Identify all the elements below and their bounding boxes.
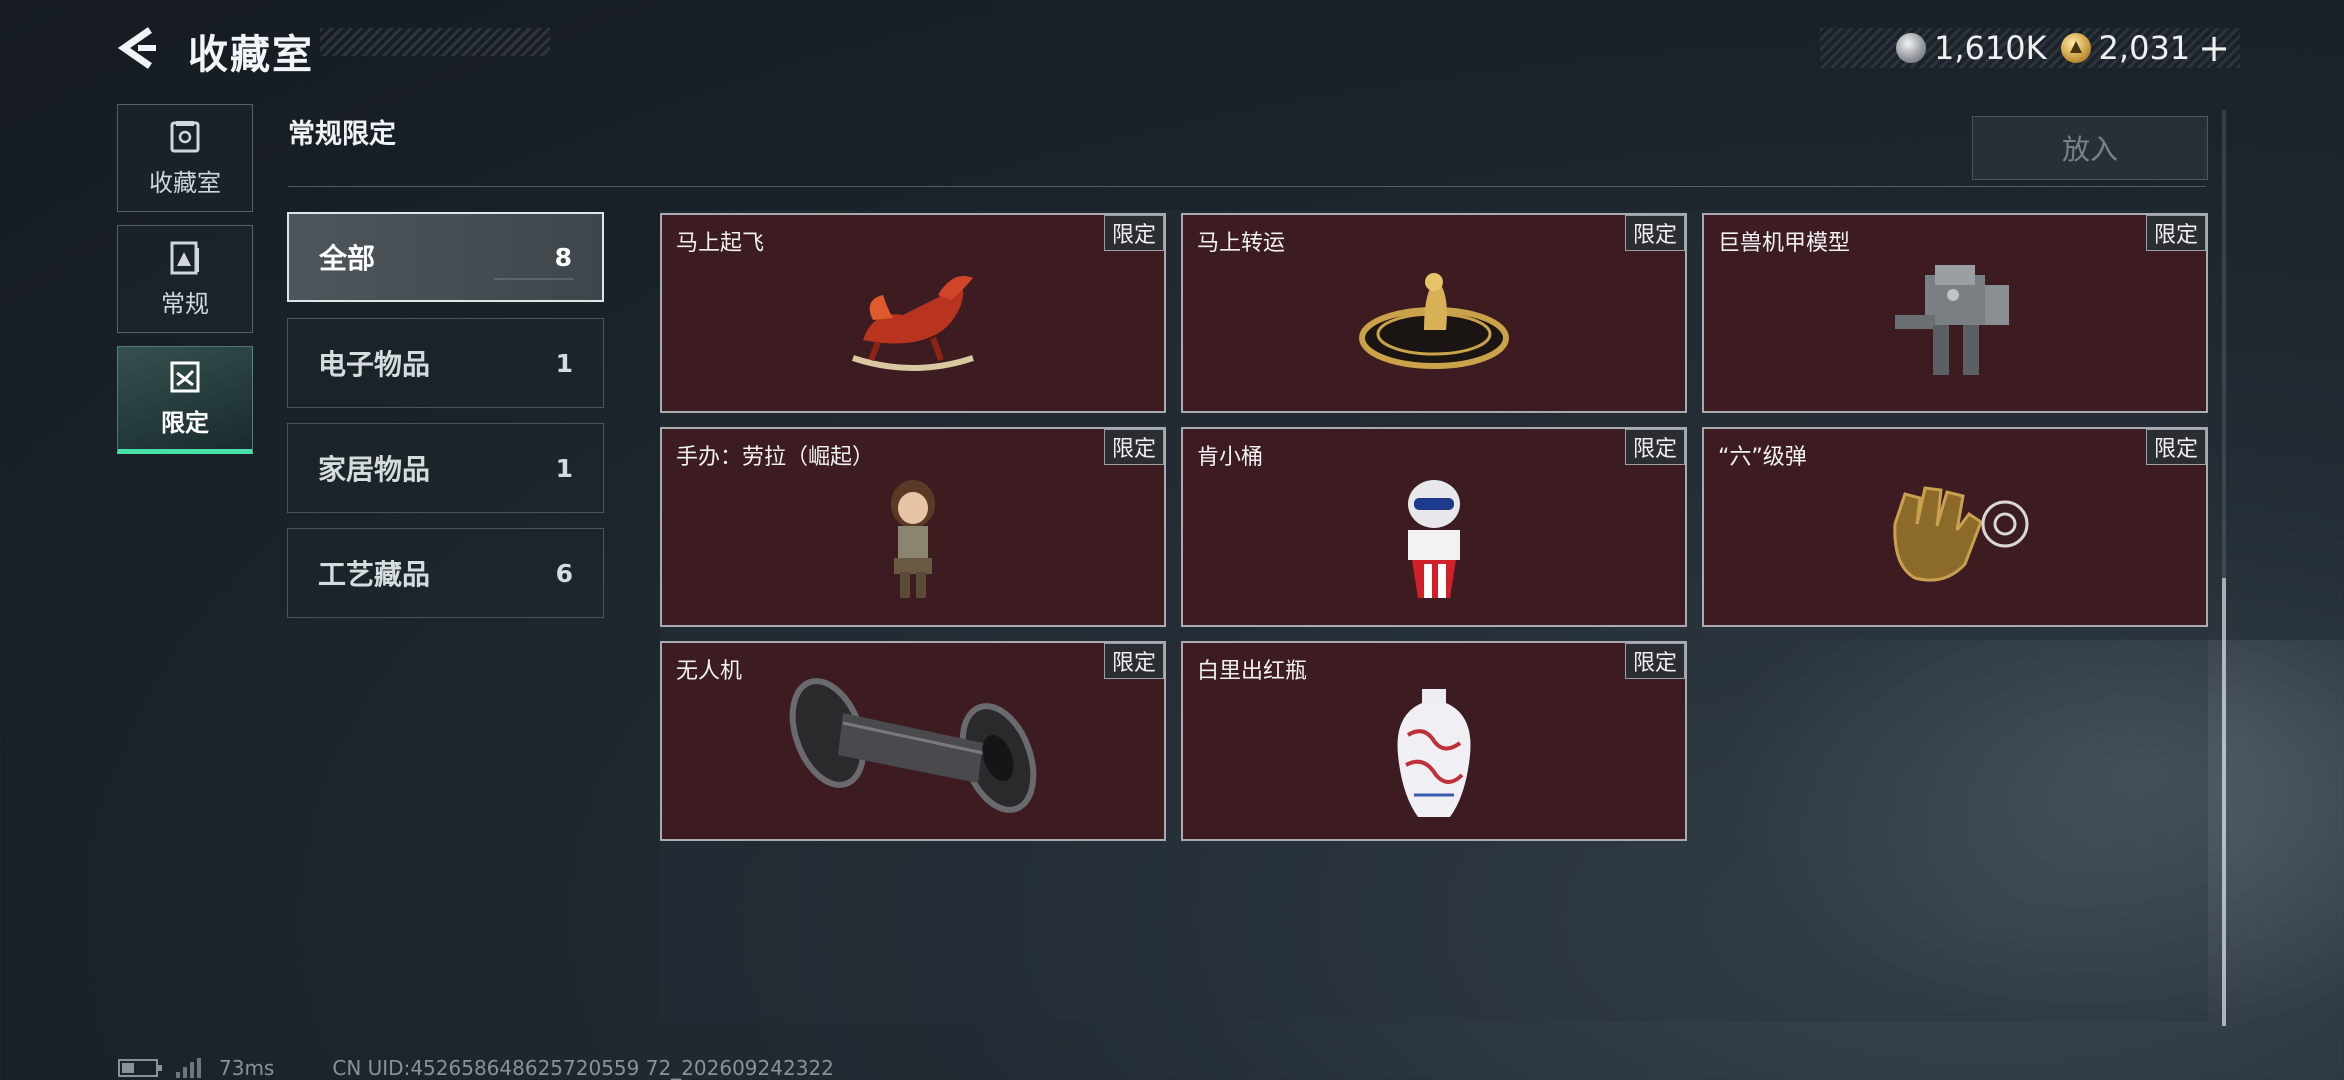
battery-icon — [118, 1059, 162, 1077]
category-count: 1 — [555, 348, 573, 378]
item-card[interactable]: 白里出红瓶 限定 — [1181, 641, 1687, 841]
category-name: 电子物品 — [318, 348, 431, 381]
limited-badge: 限定 — [1103, 643, 1164, 679]
back-button[interactable] — [112, 22, 164, 74]
add-currency-button[interactable]: + — [2198, 26, 2230, 70]
currency-gold-value: 2,031 — [2098, 29, 2191, 67]
sidebar-tab-label: 收藏室 — [149, 168, 221, 197]
category-name: 工艺藏品 — [318, 558, 431, 591]
divider — [288, 186, 2206, 187]
category-name: 全部 — [319, 242, 376, 275]
signal-icon — [176, 1058, 201, 1078]
item-card[interactable]: “六”级弹 限定 — [1702, 427, 2208, 627]
silver-coin-icon — [1895, 33, 1926, 63]
limited-badge: 限定 — [2145, 215, 2206, 251]
limited-badge: 限定 — [1624, 643, 1685, 679]
collection-room-icon — [170, 120, 200, 152]
category-crafts[interactable]: 工艺藏品 6 — [287, 528, 604, 618]
golden-wheel-icon — [1359, 273, 1509, 369]
sidebar-tab-regular[interactable]: 常规 — [117, 225, 253, 333]
bucket-figure-icon — [1408, 480, 1460, 598]
sidebar-tab-label: 常规 — [161, 289, 209, 318]
page-title: 收藏室 — [188, 32, 314, 78]
item-card[interactable]: 马上转运 限定 — [1181, 213, 1687, 413]
ping-value: 73ms — [219, 1056, 275, 1080]
limited-badge: 限定 — [1624, 215, 1685, 251]
currency-silver: 1,610K — [1895, 29, 2047, 67]
limited-badge: 限定 — [1624, 429, 1685, 465]
item-name: 马上起飞 — [676, 231, 765, 256]
category-electronics[interactable]: 电子物品 1 — [287, 318, 604, 408]
sidebar-tab-label: 限定 — [161, 408, 209, 437]
drone-icon — [789, 678, 1037, 813]
regular-icon — [170, 241, 199, 274]
item-card[interactable]: 肯小桶 限定 — [1181, 427, 1687, 627]
limited-badge: 限定 — [2145, 429, 2206, 465]
sidebar-tab-collection-room[interactable]: 收藏室 — [117, 104, 253, 212]
header: 收藏室 1,610K 2,031 + — [0, 0, 2344, 100]
limited-badge: 限定 — [1103, 429, 1164, 465]
category-count: 8 — [554, 242, 572, 272]
section-title: 常规限定 — [288, 119, 396, 150]
vase-icon — [1397, 689, 1471, 817]
mech-model-icon — [1895, 265, 2009, 375]
sidebar-tab-limited[interactable]: 限定 — [117, 346, 253, 454]
category-home[interactable]: 家居物品 1 — [287, 423, 604, 513]
item-name: 手办：劳拉（崛起） — [676, 445, 875, 470]
item-card[interactable]: 马上起飞 限定 — [660, 213, 1166, 413]
back-arrow-icon — [117, 27, 156, 69]
item-card[interactable]: 手办：劳拉（崛起） 限定 — [660, 427, 1166, 627]
item-name: “六”级弹 — [1718, 445, 1807, 470]
item-name: 马上转运 — [1197, 231, 1286, 256]
status-footer: 73ms CN UID:452658648625720559 72_202609… — [118, 1056, 834, 1080]
category-all[interactable]: 全部 8 — [287, 212, 604, 302]
uid-text: CN UID:452658648625720559 72_20260924232… — [332, 1056, 834, 1080]
put-in-button[interactable]: 放入 — [1972, 116, 2208, 180]
item-card[interactable]: 巨兽机甲模型 限定 — [1702, 213, 2208, 413]
item-name: 无人机 — [676, 659, 743, 684]
lara-figure-icon — [891, 480, 935, 598]
gold-hand-icon — [1893, 486, 2029, 582]
category-decoration — [494, 278, 574, 280]
category-count: 1 — [555, 453, 573, 483]
item-card[interactable]: 无人机 限定 — [660, 641, 1166, 841]
item-name: 肯小桶 — [1197, 445, 1264, 470]
currency-bar: 1,610K 2,031 + — [1820, 26, 2240, 70]
scrollbar-thumb[interactable] — [2222, 578, 2226, 1026]
rocking-horse-icon — [852, 276, 974, 371]
limited-icon — [170, 361, 200, 392]
item-name: 白里出红瓶 — [1197, 659, 1308, 684]
currency-silver-value: 1,610K — [1933, 29, 2047, 67]
currency-gold[interactable]: 2,031 + — [2060, 26, 2230, 70]
category-count: 6 — [555, 558, 573, 588]
item-name: 巨兽机甲模型 — [1718, 231, 1851, 256]
limited-badge: 限定 — [1103, 215, 1164, 251]
gold-coin-icon — [2060, 33, 2091, 63]
category-name: 家居物品 — [318, 453, 431, 486]
